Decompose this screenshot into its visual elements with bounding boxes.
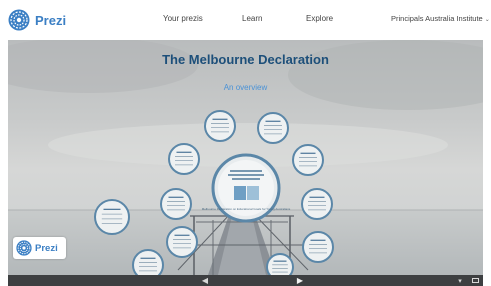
presentation-frame[interactable] <box>168 143 200 175</box>
presentation-frame[interactable] <box>204 110 236 142</box>
presentation-frame[interactable] <box>302 231 334 263</box>
presentation-frame[interactable] <box>266 253 294 275</box>
fullscreen-icon[interactable] <box>470 276 480 285</box>
account-menu[interactable]: Principals Australia Institute ⌄ <box>391 14 490 23</box>
prezi-badge-text: Prezi <box>35 242 58 254</box>
presentation-frame[interactable] <box>94 199 130 235</box>
chevron-down-icon: ⌄ <box>484 17 490 23</box>
presentation-canvas[interactable]: Melbourne Declaration on Educational Goa… <box>8 40 483 275</box>
document-thumbnail <box>247 186 259 200</box>
presentation-frame[interactable] <box>160 188 192 220</box>
account-name: Principals Australia Institute <box>391 14 483 23</box>
document-thumbnail <box>234 186 246 200</box>
presentation-frame[interactable] <box>301 188 333 220</box>
presentation-title: The Melbourne Declaration <box>162 52 329 67</box>
prezi-logo-icon <box>8 9 30 31</box>
nav-your-prezis[interactable]: Your prezis <box>163 14 203 23</box>
nav-explore[interactable]: Explore <box>306 14 333 23</box>
presentation-subtitle: An overview <box>223 83 268 92</box>
presentation-scene: Melbourne Declaration on Educational Goa… <box>8 40 483 275</box>
arrow-right-icon[interactable]: ▶ <box>293 276 307 285</box>
top-navigation-bar: Prezi Your prezis Learn Explore Principa… <box>0 0 491 40</box>
prezi-logo[interactable]: Prezi <box>8 9 66 31</box>
presentation-frame[interactable] <box>132 249 164 275</box>
presentation-controls: ◀ ▶ ▾ <box>8 275 483 286</box>
presentation-frame[interactable] <box>292 144 324 176</box>
more-icon[interactable]: ▾ <box>453 276 467 285</box>
center-frame-caption: Melbourne Declaration on Educational Goa… <box>202 207 291 211</box>
presentation-frame[interactable] <box>166 226 198 258</box>
nav-learn[interactable]: Learn <box>242 14 262 23</box>
arrow-left-icon[interactable]: ◀ <box>198 276 212 285</box>
cloud <box>288 40 483 110</box>
prezi-logo-icon <box>16 240 32 256</box>
prezi-badge[interactable]: Prezi <box>13 237 66 259</box>
presentation-frame[interactable] <box>257 112 289 144</box>
prezi-logo-text: Prezi <box>35 12 67 28</box>
